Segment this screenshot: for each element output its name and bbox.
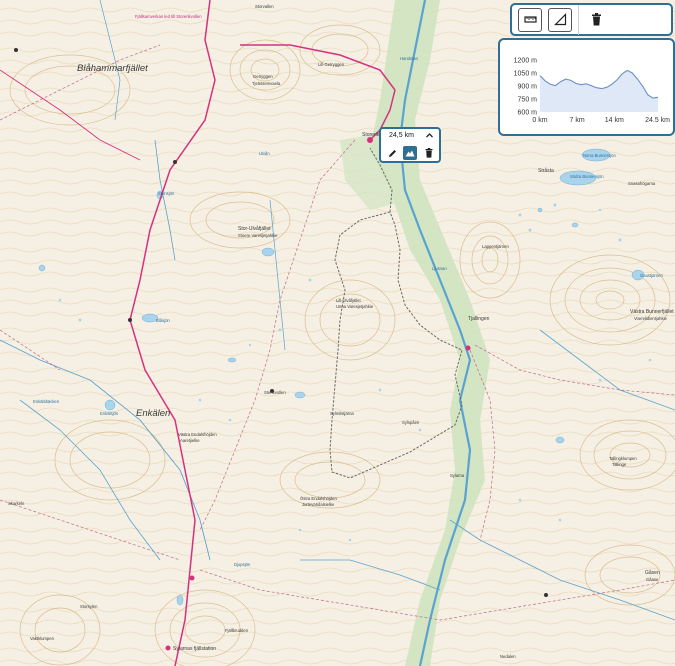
route-popup: 24,5 km [379, 127, 441, 163]
trash-icon [425, 148, 433, 158]
place-label: Lill-Ulvåfjället [336, 298, 362, 303]
y-tick-label: 600 m [518, 110, 538, 117]
place-label: Aaretjielke [180, 438, 200, 443]
place-label: Skarkeln [8, 501, 25, 506]
x-tick-label: 14 km [605, 117, 624, 124]
y-tick-label: 1050 m [514, 71, 538, 78]
place-label: Ulvån [259, 151, 270, 156]
place-label: Enkälsjön [100, 411, 119, 416]
place-label: Sylspåen [402, 420, 420, 425]
place-label: Västra Endalshöjden [178, 432, 217, 437]
mountain-icon [405, 150, 415, 157]
place-label: Blåhammarfjället [77, 63, 148, 74]
elevation-profile-button[interactable] [548, 7, 572, 32]
place-label: Sylarnas fjällstation [173, 646, 216, 652]
delete-button[interactable] [585, 8, 607, 31]
place-label: Stensjön [158, 191, 175, 196]
place-label: Tjallingen [468, 316, 490, 322]
place-label: Jurtevandalsielke [302, 502, 335, 507]
place-label: Gåase [646, 577, 659, 582]
place-label: Västra Bunnerfjället [630, 309, 674, 315]
place-label: Snasahögarna [628, 181, 656, 186]
map-toolbar [510, 3, 673, 36]
delete-route-button[interactable] [422, 146, 436, 160]
place-label: Ljusnan [432, 266, 447, 271]
place-label: Lappentjärnen [482, 244, 509, 249]
place-label: Handölan [400, 56, 419, 61]
place-label: Östra Endalshöjden [300, 496, 337, 501]
place-label: Sylarna [450, 473, 465, 478]
place-label: Gaustjärnen [640, 273, 663, 278]
elevation-chart: 1200 m 1050 m 900 m 750 m 600 m 0 km 7 km 14 k… [514, 58, 671, 125]
toolbar-divider [578, 4, 579, 35]
place-label: Storvallen [255, 4, 274, 9]
trash-icon [591, 13, 601, 26]
place-label: Nedalen [500, 654, 516, 659]
measure-button[interactable] [518, 7, 542, 32]
pencil-icon [388, 149, 396, 157]
place-label: Getryggen [253, 74, 273, 79]
place-label: Norra Bunnersjön [583, 153, 616, 158]
elevation-profile-panel: 1200 m 1050 m 900 m 750 m 600 m 0 km 7 km 14 k… [498, 38, 675, 136]
place-label: Enkälsbäcken [33, 399, 60, 404]
elevation-area [540, 70, 658, 112]
elevation-profile-icon [553, 13, 566, 26]
place-label: Tjeletsemvaela [252, 81, 281, 86]
place-label: Stoere Varesjetjahkie [238, 233, 278, 238]
trail-note: Fjällsamverkan led till Storerikvollen [135, 14, 202, 19]
ruler-icon [523, 16, 537, 23]
chevron-up-icon[interactable] [425, 131, 434, 140]
place-label: Blåsjön [156, 318, 170, 323]
place-label: Enkälen [136, 408, 170, 419]
y-tick-label: 750 m [518, 97, 538, 104]
x-tick-label: 24.5 km [645, 117, 670, 124]
place-label: Vaktklumpen [30, 636, 55, 641]
x-tick-label: 7 km [570, 117, 585, 124]
place-label: Tallinge [612, 462, 627, 467]
y-tick-label: 900 m [518, 84, 538, 91]
place-label: Gåsen [645, 569, 660, 576]
edit-route-button[interactable] [385, 146, 399, 160]
elevation-route-button[interactable] [403, 146, 417, 160]
place-label: Fjällbrudden [225, 628, 249, 633]
y-tick-label: 1200 m [514, 58, 538, 65]
place-label: Sylmilstjärna [330, 411, 354, 416]
place-label: Stensvollen [264, 390, 286, 395]
place-label: Stråsta [538, 167, 554, 174]
place-label: Tallingklumpen [609, 456, 637, 461]
place-label: Djupsjön [234, 562, 251, 567]
place-label: Storsylen [80, 604, 98, 609]
route-distance: 24,5 km [389, 132, 414, 139]
place-label: Södra Bunnersjön [570, 174, 604, 179]
place-label: Lill-Getryggen [318, 62, 345, 67]
x-tick-label: 0 km [532, 117, 547, 124]
place-label: Voerelidientjahkie [634, 316, 667, 321]
place-label: Stor-Ulvåfjället [238, 225, 271, 232]
place-label: Unna Varesjetjahkie [336, 304, 374, 309]
